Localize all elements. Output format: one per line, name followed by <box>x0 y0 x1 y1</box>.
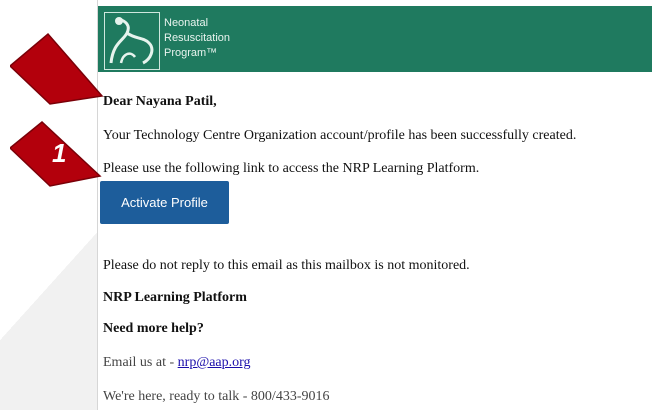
signature: NRP Learning Platform <box>103 290 247 305</box>
phone-line: We're here, ready to talk - 800/433-9016 <box>103 389 330 404</box>
nrp-logo-icon <box>104 12 160 70</box>
help-heading: Need more help? <box>103 321 204 336</box>
email-contact-line: Email us at - nrp@aap.org <box>103 355 251 371</box>
logo-text: Neonatal Resuscitation Program™ <box>164 16 230 61</box>
link-instruction-text: Please use the following link to access … <box>103 161 480 176</box>
logo-line-1: Neonatal <box>164 17 209 29</box>
greeting: Dear Nayana Patil, <box>103 94 217 109</box>
logo-line-2: Resuscitation <box>164 32 231 44</box>
step-number-label: 1 <box>52 138 67 168</box>
email-body: Neonatal Resuscitation Program™ Dear Nay… <box>97 0 652 410</box>
account-created-text: Your Technology Centre Organization acco… <box>103 128 577 143</box>
activate-profile-button[interactable]: Activate Profile <box>100 181 229 224</box>
email-link[interactable]: nrp@aap.org <box>178 355 251 370</box>
nrp-header-banner: Neonatal Resuscitation Program™ <box>98 6 652 72</box>
no-reply-notice: Please do not reply to this email as thi… <box>103 258 470 273</box>
logo-line-3: Program™ <box>164 47 218 59</box>
annotation-arrow-greeting <box>10 32 104 105</box>
email-prefix: Email us at - <box>103 355 178 370</box>
